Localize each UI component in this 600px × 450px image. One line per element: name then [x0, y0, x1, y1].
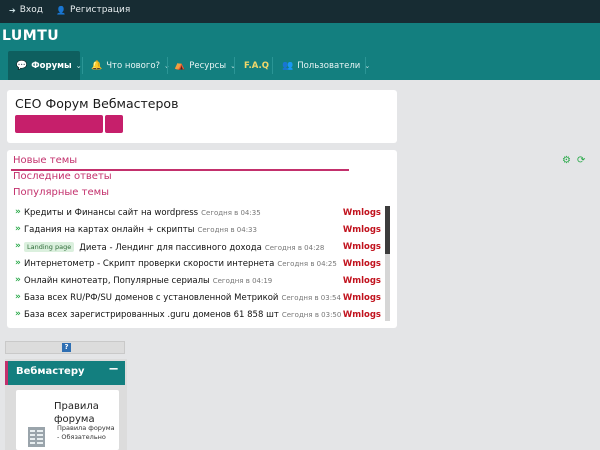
- secondary-action-button[interactable]: [105, 115, 123, 133]
- tab-popular-topics[interactable]: Популярные темы: [13, 187, 109, 198]
- nav-forums[interactable]: 💬 Форумы ⌄: [8, 51, 82, 80]
- topic-time: Сегодня в 03:54: [281, 294, 341, 302]
- main-nav: 💬 Форумы ⌄ 🔔 Что нового? ⌄ ⛺ Ресурсы ⌄ F…: [0, 51, 600, 80]
- nav-faq-label: F.A.Q: [244, 60, 269, 71]
- topic-time: Сегодня в 04:33: [197, 226, 257, 234]
- topics-panel: Новые темы Последние ответы Популярные т…: [7, 150, 397, 328]
- topic-time: Сегодня в 04:28: [264, 244, 325, 252]
- title-panel: СЕО Форум Вебмастеров: [7, 90, 397, 143]
- topic-title[interactable]: Диета - Лендинг для пассивного дохода: [79, 243, 262, 253]
- topic-author[interactable]: Wmlogs: [343, 293, 381, 303]
- topic-row[interactable]: » Онлайн кинотеатр, Популярные сериалы Се…: [15, 274, 383, 291]
- register-link[interactable]: 👤 Регистрация: [56, 5, 130, 15]
- page-title: СЕО Форум Вебмастеров: [15, 96, 179, 111]
- topic-title[interactable]: Гадания на картах онлайн + скрипты: [24, 225, 194, 235]
- chat-icon: 💬: [16, 60, 28, 71]
- login-label: Вход: [19, 5, 43, 15]
- topic-author[interactable]: Wmlogs: [343, 242, 381, 252]
- nav-divider: [234, 57, 235, 74]
- topic-title[interactable]: База всех RU/РФ/SU доменов с установленн…: [24, 293, 278, 303]
- topic-prefix-tag[interactable]: Landing page: [24, 242, 75, 252]
- topic-title[interactable]: База всех зарегистрированных .guru домен…: [24, 310, 279, 320]
- topic-title[interactable]: Онлайн кинотеатр, Популярные сериалы: [24, 276, 210, 286]
- double-chevron-right-icon: »: [15, 275, 21, 285]
- double-chevron-right-icon: »: [15, 292, 21, 302]
- topic-author[interactable]: Wmlogs: [343, 208, 381, 218]
- topic-time: Сегодня в 04:35: [201, 209, 261, 217]
- nav-resources-label: Ресурсы: [189, 60, 227, 71]
- topic-row[interactable]: » Интернетометр - Скрипт проверки скорос…: [15, 257, 383, 274]
- nav-whats-new-label: Что нового?: [106, 60, 161, 71]
- topic-time: Сегодня в 03:50: [281, 311, 342, 319]
- topic-row[interactable]: » База всех RU/РФ/SU доменов с установле…: [15, 291, 383, 308]
- topic-author[interactable]: Wmlogs: [343, 259, 381, 269]
- topic-row[interactable]: » Landing page Диета - Лендинг для пассив…: [15, 240, 383, 257]
- register-label: Регистрация: [69, 5, 131, 15]
- forum-description: Правила форума - Обязательно: [57, 424, 115, 441]
- topic-time: Сегодня в 04:25: [277, 260, 337, 268]
- site-header: LUMTU: [0, 23, 600, 51]
- site-logo[interactable]: LUMTU: [2, 28, 59, 44]
- double-chevron-right-icon: »: [15, 241, 21, 251]
- forum-title[interactable]: Правила форума: [54, 400, 114, 426]
- topic-row[interactable]: » База всех зарегистрированных .guru дом…: [15, 308, 383, 325]
- nav-resources[interactable]: ⛺ Ресурсы ⌄: [174, 51, 236, 80]
- nav-divider: [272, 57, 273, 74]
- topic-author[interactable]: Wmlogs: [343, 225, 381, 235]
- chevron-down-icon: ⌄: [75, 61, 82, 70]
- help-bar: ?: [5, 341, 125, 354]
- category-title: Вебмастеру: [16, 366, 85, 377]
- login-icon: ➔: [9, 5, 16, 15]
- login-link[interactable]: ➔ Вход: [9, 5, 43, 15]
- nav-divider: [365, 57, 366, 74]
- double-chevron-right-icon: »: [15, 224, 21, 234]
- nav-users-label: Пользователи: [297, 60, 361, 71]
- topic-time: Сегодня в 04:19: [212, 277, 273, 285]
- category-header[interactable]: Вебмастеру −: [5, 361, 125, 385]
- topic-row[interactable]: » Гадания на картах онлайн + скрипты Сего…: [15, 223, 383, 240]
- double-chevron-right-icon: »: [15, 207, 21, 217]
- refresh-icon[interactable]: ⟳: [577, 155, 585, 166]
- primary-action-button[interactable]: [15, 115, 103, 133]
- forum-card[interactable]: Правила форума Правила форума - Обязател…: [16, 390, 119, 450]
- user-plus-icon: 👤: [56, 5, 66, 15]
- forum-document-icon: [28, 427, 45, 447]
- nav-whats-new[interactable]: 🔔 Что нового? ⌄: [91, 51, 170, 80]
- nav-divider: [82, 57, 83, 74]
- users-icon: 👥: [282, 60, 294, 71]
- double-chevron-right-icon: »: [15, 258, 21, 268]
- nav-users[interactable]: 👥 Пользователи ⌄: [282, 51, 370, 80]
- topic-author[interactable]: Wmlogs: [343, 310, 381, 320]
- bell-icon: 🔔: [91, 60, 103, 71]
- settings-icon[interactable]: ⚙: [562, 155, 571, 166]
- topic-author[interactable]: Wmlogs: [343, 276, 381, 286]
- nav-divider: [167, 57, 168, 74]
- tab-latest-replies[interactable]: Последние ответы: [13, 171, 112, 182]
- tab-new-topics[interactable]: Новые темы: [13, 155, 77, 166]
- box-icon: ⛺: [174, 60, 186, 71]
- topic-title[interactable]: Кредиты и Финансы сайт на wordpress: [24, 208, 198, 218]
- topics-scrollbar-thumb[interactable]: [385, 206, 390, 254]
- topic-row[interactable]: » Кредиты и Финансы сайт на wordpress Сег…: [15, 206, 383, 223]
- collapse-icon[interactable]: −: [108, 362, 119, 377]
- double-chevron-right-icon: »: [15, 309, 21, 319]
- nav-faq[interactable]: F.A.Q: [244, 51, 269, 80]
- help-icon[interactable]: ?: [62, 343, 71, 352]
- top-bar: ➔ Вход 👤 Регистрация: [0, 0, 600, 23]
- topic-title[interactable]: Интернетометр - Скрипт проверки скорости…: [24, 259, 274, 269]
- nav-forums-label: Форумы: [31, 60, 72, 71]
- chevron-down-icon: ⌄: [230, 61, 236, 70]
